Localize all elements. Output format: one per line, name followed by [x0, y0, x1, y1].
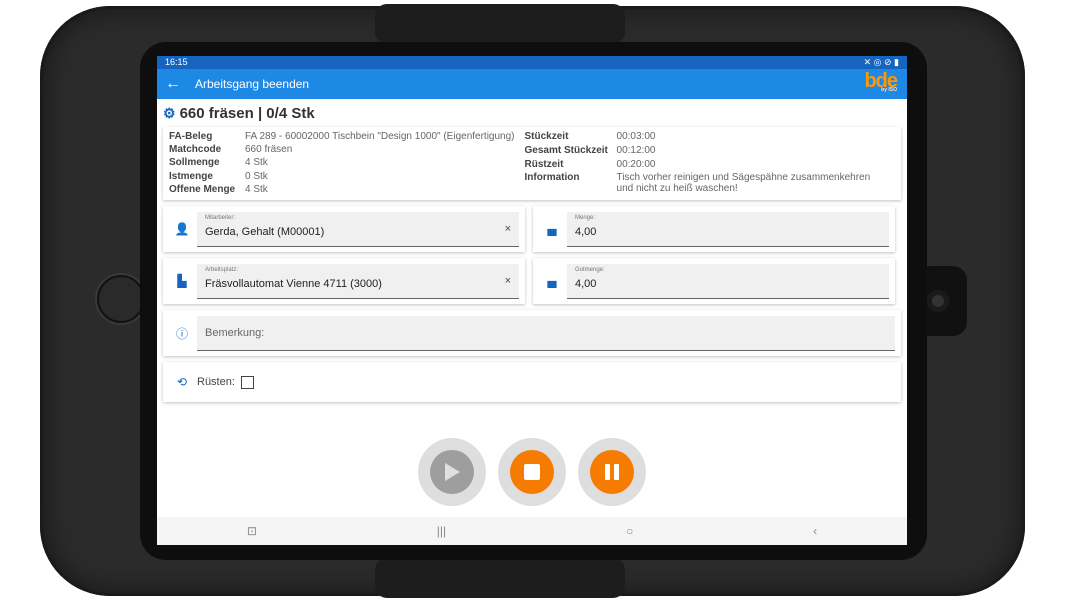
status-bar: 16:15 ✕ ◎ ⊘ ▮ — [157, 56, 907, 69]
info-key: FA-Beleg — [169, 131, 213, 142]
info-key: Rüstzeit — [524, 158, 564, 170]
row-workplace-goodqty: ▙ Arbeitsplatz: Fräsvollautomat Vienne 4… — [163, 252, 901, 304]
history-icon: ⟲ — [176, 375, 188, 389]
order-info-card: FA-Beleg FA 289 - 60002000 Tischbein "Des… — [163, 127, 901, 200]
info-icon: ⓘ — [175, 326, 188, 341]
control-buttons — [157, 438, 907, 506]
good-quantity-card: ▗▖ Gutmenge: 4,00 — [533, 258, 895, 304]
back-icon[interactable]: ‹ — [813, 524, 817, 538]
info-key: Offene Menge — [169, 183, 236, 195]
info-key: Stückzeit — [524, 131, 569, 142]
quantity-field[interactable]: Menge: 4,00 — [567, 211, 889, 247]
info-value: 00:12:00 — [616, 144, 656, 156]
good-quantity-field[interactable]: Gutmenge: 4,00 — [567, 263, 889, 299]
workplace-field[interactable]: Arbeitsplatz: Fräsvollautomat Vienne 471… — [197, 263, 519, 299]
bde-logo: bde by ISO — [864, 70, 898, 93]
employee-field[interactable]: Mitarbeiter: Gerda, Gehalt (M00001) × — [197, 211, 519, 247]
info-value: Tisch vorher reinigen und Sägespähne zus… — [616, 172, 871, 195]
start-button[interactable] — [418, 438, 486, 506]
employee-value: Gerda, Gehalt (M00001) — [205, 225, 325, 238]
setup-label: Rüsten: — [197, 376, 235, 388]
info-key: Matchcode — [169, 144, 222, 156]
setup-card: ⟲ Rüsten: — [163, 362, 901, 402]
screenshot-icon[interactable]: ⊡ — [247, 524, 257, 538]
boxes-icon: ▗▖ — [542, 274, 562, 288]
info-value: 0 Stk — [245, 170, 268, 182]
info-value: 4 Stk — [245, 157, 268, 169]
remark-field[interactable]: Bemerkung: — [197, 315, 895, 351]
info-value: FA 289 - 60002000 Tischbein "Design 1000… — [245, 131, 515, 142]
quantity-value: 4,00 — [575, 225, 597, 238]
pause-button[interactable] — [578, 438, 646, 506]
info-key: Sollmenge — [169, 157, 220, 169]
info-right: Stückzeit 00:03:00 Gesamt Stückzeit 00:12:… — [525, 131, 887, 196]
setup-option: Rüsten: — [197, 375, 254, 389]
good-quantity-label: Gutmenge: — [575, 266, 605, 273]
home-icon[interactable]: ○ — [626, 524, 633, 538]
info-left: FA-Beleg FA 289 - 60002000 Tischbein "Des… — [169, 131, 515, 196]
status-time: 16:15 — [165, 57, 188, 67]
operation-heading-text: 660 fräsen | 0/4 Stk — [179, 104, 315, 122]
camera-icon — [927, 290, 949, 312]
app-bar: ← Arbeitsgang beenden bde by ISO — [157, 69, 907, 99]
info-key: Gesamt Stückzeit — [524, 144, 608, 156]
good-quantity-value: 4,00 — [575, 277, 597, 290]
workplace-value: Fräsvollautomat Vienne 4711 (3000) — [205, 277, 382, 290]
operation-heading: ⚙ 660 fräsen | 0/4 Stk — [157, 99, 907, 127]
play-icon — [430, 450, 474, 494]
info-value: 660 fräsen — [245, 144, 293, 156]
info-value: 4 Stk — [245, 183, 268, 195]
person-icon: 👤 — [174, 222, 190, 236]
row-remark: ⓘ Bemerkung: — [163, 304, 901, 356]
row-setup: ⟲ Rüsten: — [163, 356, 901, 402]
employee-card: 👤 Mitarbeiter: Gerda, Gehalt (M00001) × — [163, 206, 525, 252]
info-value: 00:20:00 — [616, 158, 656, 170]
page-title: Arbeitsgang beenden — [195, 77, 310, 91]
gears-icon: ⚙ — [163, 104, 176, 121]
workplace-card: ▙ Arbeitsplatz: Fräsvollautomat Vienne 4… — [163, 258, 525, 304]
case-strap-top — [375, 4, 625, 44]
setup-checkbox[interactable] — [240, 375, 254, 389]
android-nav-bar: ⊡ ||| ○ ‹ — [157, 517, 907, 545]
workplace-label: Arbeitsplatz: — [205, 266, 239, 273]
employee-label: Mitarbeiter: — [205, 214, 236, 221]
info-key: Istmenge — [169, 170, 213, 182]
row-employee-quantity: 👤 Mitarbeiter: Gerda, Gehalt (M00001) × … — [163, 200, 901, 252]
recent-apps-icon[interactable]: ||| — [437, 524, 446, 538]
boxes-icon: ▗▖ — [542, 222, 562, 236]
screen: 16:15 ✕ ◎ ⊘ ▮ ← Arbeitsgang beenden bde b… — [157, 56, 907, 545]
clear-employee-icon[interactable]: × — [505, 223, 511, 235]
home-button — [97, 275, 145, 323]
status-icons: ✕ ◎ ⊘ ▮ — [863, 57, 899, 67]
clear-workplace-icon[interactable]: × — [505, 275, 511, 287]
case-strap-bottom — [375, 558, 625, 598]
remark-card: ⓘ Bemerkung: — [163, 310, 901, 356]
pause-icon — [590, 450, 634, 494]
quantity-label: Menge: — [575, 214, 596, 221]
factory-icon: ▙ — [177, 274, 187, 288]
stop-icon — [510, 450, 554, 494]
back-arrow-icon[interactable]: ← — [165, 75, 195, 93]
quantity-card: ▗▖ Menge: 4,00 — [533, 206, 895, 252]
stop-button[interactable] — [498, 438, 566, 506]
info-key: Information — [524, 172, 580, 184]
info-value: 00:03:00 — [616, 131, 656, 142]
remark-placeholder: Bemerkung: — [205, 326, 265, 339]
